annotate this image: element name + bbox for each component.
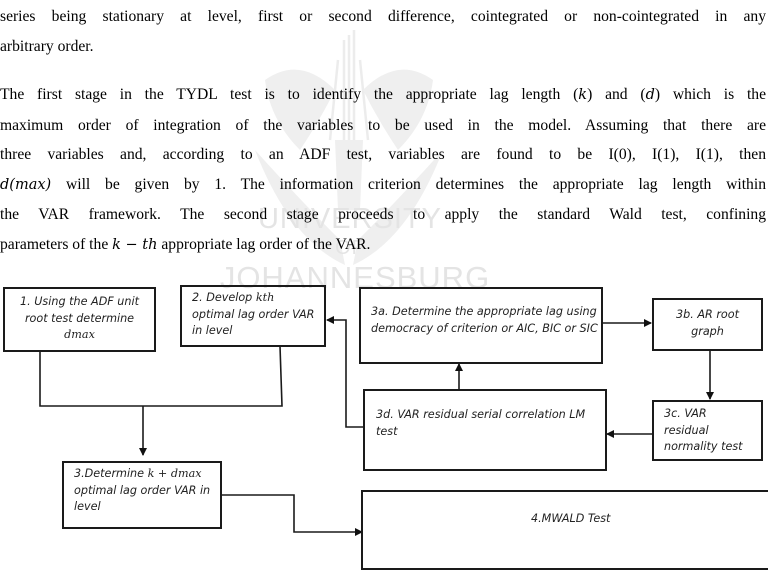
box-text-line: 2. Develop kth [192,290,314,307]
box-text: 3.Determine [74,467,148,480]
flow-box-3d-lm-test: 3d. VAR residual serial correlation LM t… [363,389,607,471]
box-text: 3c. VAR [664,407,707,420]
box-text: test [376,424,398,438]
arrow-box3-to-box4 [221,494,363,536]
box-text: graph [691,324,724,338]
box-text: 3d. VAR residual serial correlation LM [376,408,586,421]
flow-box-3a-lag-selection: 3a. Determine the appropriate lag using … [359,287,603,364]
box-text: 3a. Determine the appropriate lag using [371,305,597,318]
flow-box-3c-normality: 3c. VAR residual normality test [652,400,763,461]
box-text: 4.MWALD Test [531,512,611,525]
box-text: 3b. AR root [676,308,739,321]
box-text: root test determine [24,311,135,325]
box-math: kth [255,291,275,304]
box-text: optimal lag order VAR [192,307,315,321]
box-text: level [74,500,101,513]
flow-box-3b-ar-root: 3b. AR root graph [652,298,763,351]
box-text: 1. Using the ADF unit [20,295,139,308]
arrow-box3d-to-box2 [326,316,363,428]
box-text-line: 3.Determine k + dmax [74,466,210,483]
box-math: k + dmax [147,467,202,480]
box-text: democracy of criterion or AIC, BIC or SI… [371,321,598,335]
connector-box1-to-merge [39,345,283,407]
box-math: dmax [64,328,95,341]
flow-box-4-mwald: 4.MWALD Test [361,490,768,570]
box-text: 2. Develop [192,291,256,304]
flow-box-1-adf-dmax: 1. Using the ADF unit root test determin… [3,287,156,352]
box-text: optimal lag order VAR in [74,483,211,497]
flow-box-3-k-plus-dmax: 3.Determine k + dmax optimal lag order V… [62,461,222,529]
box-text: residual [664,423,709,437]
box-text: in level [192,324,233,337]
flow-box-2-kth-var: 2. Develop kth optimal lag order VAR in … [180,285,326,347]
box-text: normality test [664,440,743,453]
